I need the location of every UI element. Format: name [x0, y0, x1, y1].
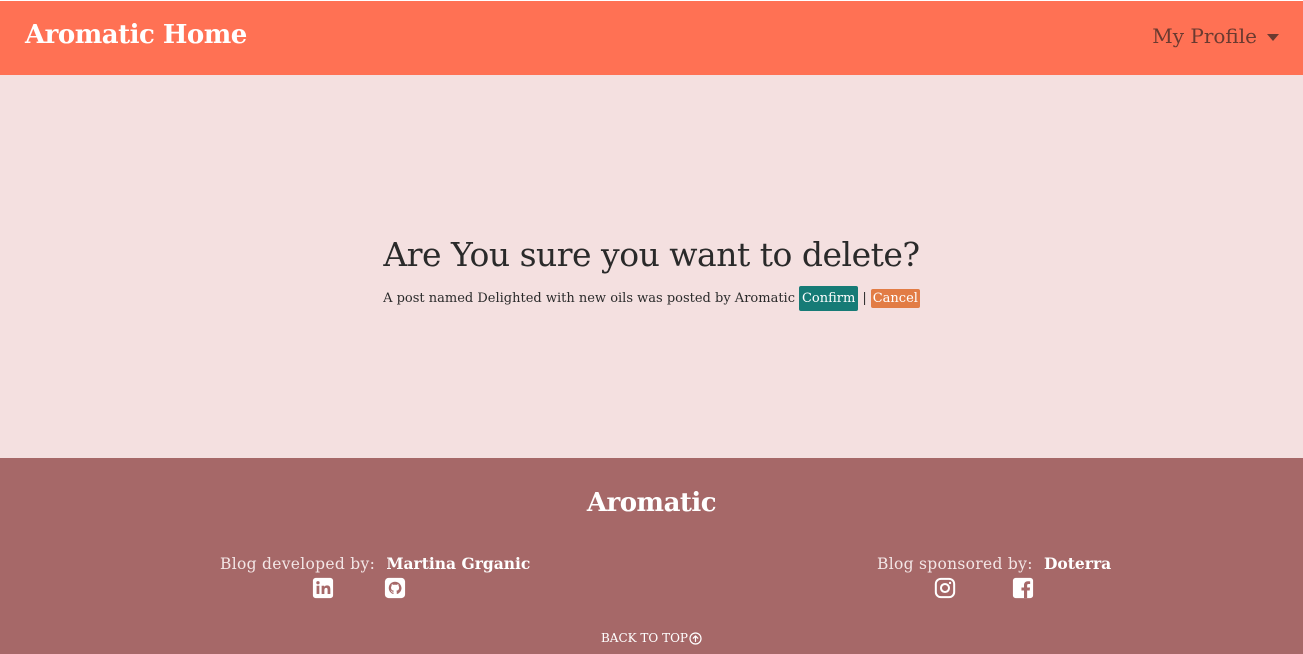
- delete-confirmation: A post named Delighted with new oils was…: [0, 286, 1303, 311]
- confirm-button[interactable]: Confirm: [798, 286, 859, 311]
- developed-label: Blog developed by:: [220, 555, 376, 573]
- profile-dropdown[interactable]: My Profile: [1152, 24, 1279, 48]
- navbar: Aromatic Home My Profile: [0, 0, 1303, 75]
- footer-title: Aromatic: [586, 488, 717, 518]
- brand-link[interactable]: Aromatic Home: [25, 20, 247, 50]
- back-to-top-link[interactable]: BACK TO TOP: [0, 631, 1303, 645]
- instagram-icon[interactable]: [934, 577, 956, 599]
- sponsored-label: Blog sponsored by:: [877, 555, 1033, 573]
- sponsor-name: Doterra: [1043, 554, 1112, 573]
- cancel-button[interactable]: Cancel: [870, 289, 920, 308]
- separator: |: [862, 291, 867, 306]
- github-icon[interactable]: [384, 577, 406, 599]
- delete-message: A post named Delighted with new oils was…: [383, 291, 795, 306]
- footer: Aromatic Blog developed by: Martina Grga…: [0, 458, 1303, 654]
- facebook-icon[interactable]: [1012, 577, 1034, 599]
- page-title: Are You sure you want to delete?: [383, 235, 920, 274]
- sponsor-credit: Blog sponsored by: Doterra: [877, 554, 1111, 573]
- main-content: Are You sure you want to delete? A post …: [0, 75, 1303, 458]
- back-to-top-label: BACK TO TOP: [600, 631, 689, 645]
- profile-label: My Profile: [1152, 24, 1257, 48]
- chevron-down-icon: [1267, 33, 1279, 41]
- developer-name: Martina Grganic: [386, 554, 531, 573]
- developer-credit: Blog developed by: Martina Grganic: [220, 554, 530, 573]
- arrow-up-circle-icon: [689, 631, 702, 645]
- linkedin-icon[interactable]: [312, 577, 334, 599]
